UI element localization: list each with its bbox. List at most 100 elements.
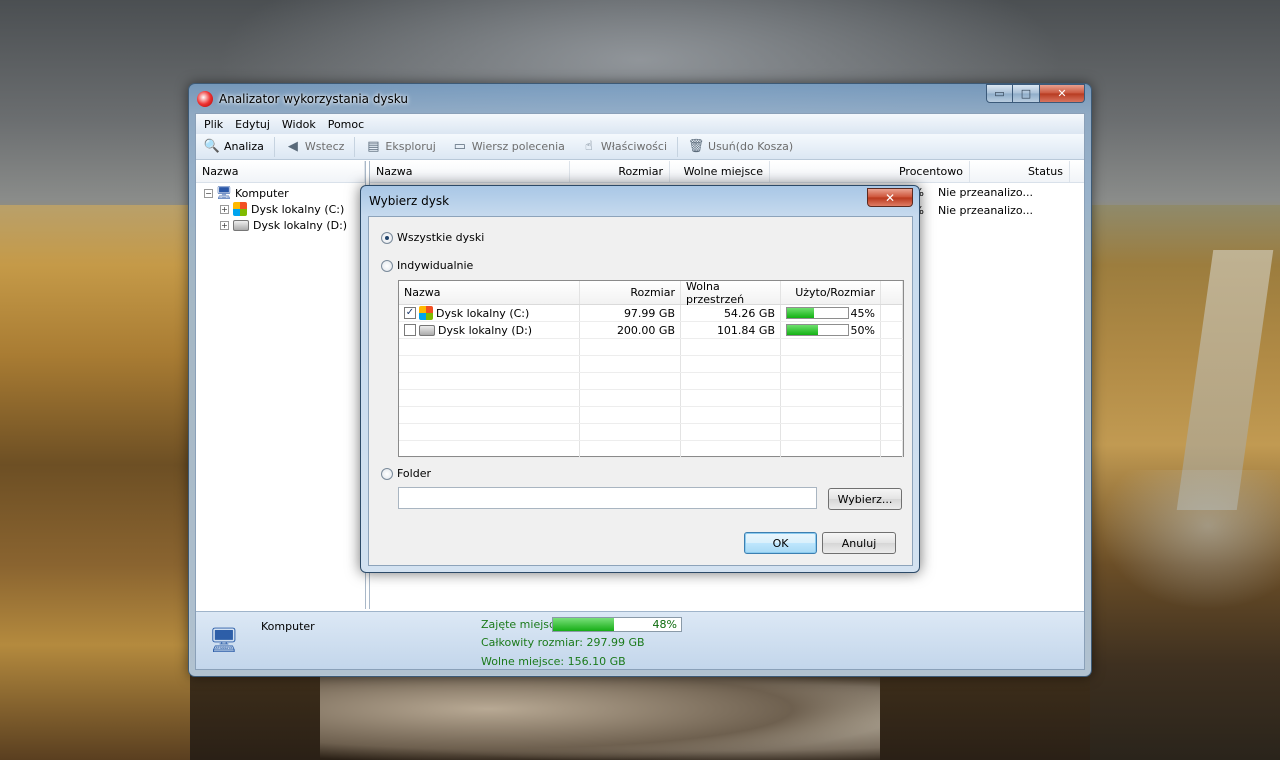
console-icon: ▭: [453, 139, 466, 154]
empty-cell: [781, 390, 881, 406]
folder-path-input[interactable]: [398, 487, 817, 509]
col-percent[interactable]: Procentowo: [770, 161, 970, 182]
wallpaper-water: [1100, 470, 1280, 610]
empty-cell: [681, 441, 781, 457]
close-button[interactable]: ✕: [1040, 84, 1085, 103]
status-panel: 🖥 Komputer Zajęte miejsce 48% Całkowity …: [196, 611, 1084, 669]
tree-item-c[interactable]: + Dysk lokalny (C:): [204, 201, 365, 217]
window-title: Analizator wykorzystania dysku: [219, 92, 408, 106]
empty-row: [399, 424, 903, 441]
delete-button[interactable]: 🗑 Usuń(do Kosza): [682, 136, 799, 158]
back-button[interactable]: ◀ Wstecz: [279, 136, 351, 158]
close-icon: ✕: [884, 190, 896, 205]
option-all-drives[interactable]: Wszystkie dyski: [381, 231, 484, 244]
drive-d-name: Dysk lokalny (D:): [438, 323, 533, 337]
drive-icon: [419, 324, 435, 336]
list-header: Nazwa Rozmiar Wolne miejsce Procentowo S…: [370, 161, 1084, 183]
empty-cell: [781, 356, 881, 372]
drive-c-used-fill: [787, 308, 815, 318]
drive-d-free: 101.84 GB: [681, 322, 781, 338]
empty-cell: [681, 339, 781, 355]
col-drive-free[interactable]: Wolna przestrzeń: [681, 280, 781, 306]
empty-cell: [781, 407, 881, 423]
col-free[interactable]: Wolne miejsce: [670, 161, 770, 182]
col-name[interactable]: Nazwa: [370, 161, 570, 182]
browse-button[interactable]: Wybierz...: [828, 488, 902, 510]
radio-folder[interactable]: [381, 467, 393, 480]
empty-cell: [881, 441, 903, 457]
drive-d-name-cell: Dysk lokalny (D:): [399, 322, 580, 338]
empty-cell: [881, 390, 903, 406]
empty-cell: [580, 424, 681, 440]
menu-edytuj[interactable]: Edytuj: [229, 118, 276, 131]
dialog-client: Wszystkie dyski Indywidualnie Nazwa Rozm…: [368, 216, 913, 566]
option-individual[interactable]: Indywidualnie: [381, 259, 473, 272]
close-icon: ✕: [1057, 87, 1067, 100]
caption-buttons: ▭ □ ✕: [986, 84, 1085, 103]
empty-row: [399, 339, 903, 356]
drive-d-used-cell: 50%: [781, 322, 881, 338]
cmd-button[interactable]: ▭ Wiersz polecenia: [446, 136, 571, 158]
option-folder[interactable]: Folder: [381, 467, 431, 480]
drive-row-c[interactable]: ✓ Dysk lokalny (C:) 97.99 GB 54.26 GB 45…: [399, 305, 903, 322]
drives-table-header: Nazwa Rozmiar Wolna przestrzeń Użyto/Roz…: [399, 280, 903, 306]
minimize-button[interactable]: ▭: [986, 84, 1013, 103]
drive-c-used-cell: 45%: [781, 305, 881, 321]
tree-item-c-label: Dysk lokalny (C:): [251, 202, 345, 216]
toolbar: 🔍 Analiza ◀ Wstecz ▤ Eksploruj ▭ Wiersz …: [196, 134, 1084, 160]
drive-c-used-bar: [786, 307, 849, 319]
drive-d-size: 200.00 GB: [580, 322, 681, 338]
empty-cell: [681, 373, 781, 389]
col-drive-size[interactable]: Rozmiar: [580, 281, 681, 304]
empty-cell: [881, 407, 903, 423]
collapse-icon[interactable]: −: [204, 188, 213, 198]
col-status[interactable]: Status: [970, 161, 1070, 182]
col-drive-used[interactable]: Użyto/Rozmiar: [781, 281, 881, 304]
drive-d-checkbox[interactable]: [404, 324, 416, 336]
empty-row: [399, 390, 903, 407]
trash-icon: 🗑: [687, 139, 705, 154]
empty-cell: [681, 390, 781, 406]
menu-pomoc[interactable]: Pomoc: [322, 118, 370, 131]
radio-individual[interactable]: [381, 259, 393, 272]
col-drive-name[interactable]: Nazwa: [399, 281, 580, 304]
computer-icon: 🖥: [215, 185, 233, 201]
empty-cell: [881, 356, 903, 372]
tree-col-name[interactable]: Nazwa: [196, 161, 365, 182]
empty-cell: [399, 407, 580, 423]
properties-button[interactable]: ☝ Właściwości: [575, 136, 673, 158]
usage-bar: 48%: [552, 617, 682, 632]
empty-cell: [881, 339, 903, 355]
wallpaper-left: [0, 205, 190, 760]
radio-all[interactable]: [381, 231, 393, 244]
analyze-label: Analiza: [224, 140, 264, 153]
drive-c-checkbox[interactable]: ✓: [404, 307, 416, 319]
filler-cell: [881, 322, 903, 338]
menu-widok[interactable]: Widok: [276, 118, 322, 131]
expand-icon[interactable]: +: [220, 220, 229, 230]
expand-icon[interactable]: +: [220, 204, 229, 214]
app-icon: [197, 91, 213, 107]
empty-cell: [399, 339, 580, 355]
tree-body: − 🖥 Komputer + Dysk lokalny (C:) + Dysk …: [196, 183, 365, 233]
option-folder-label: Folder: [397, 467, 431, 480]
dialog-close-button[interactable]: ✕: [867, 188, 913, 207]
empty-cell: [781, 441, 881, 457]
col-size[interactable]: Rozmiar: [570, 161, 670, 182]
tree-root[interactable]: − 🖥 Komputer: [204, 185, 365, 201]
ok-button[interactable]: OK: [744, 532, 817, 554]
menu-plik[interactable]: Plik: [198, 118, 229, 131]
tree-item-d[interactable]: + Dysk lokalny (D:): [204, 217, 365, 233]
analyze-button[interactable]: 🔍 Analiza: [198, 136, 270, 158]
empty-cell: [881, 373, 903, 389]
usage-percent: 48%: [652, 618, 677, 631]
explore-button[interactable]: ▤ Eksploruj: [359, 136, 441, 158]
window-titlebar[interactable]: Analizator wykorzystania dysku: [197, 89, 408, 109]
drive-c-used: 45%: [850, 306, 875, 320]
back-label: Wstecz: [304, 140, 345, 153]
cancel-button[interactable]: Anuluj: [822, 532, 896, 554]
maximize-button[interactable]: □: [1013, 84, 1040, 103]
drive-row-d[interactable]: Dysk lokalny (D:) 200.00 GB 101.84 GB 50…: [399, 322, 903, 339]
empty-cell: [399, 390, 580, 406]
empty-cell: [399, 424, 580, 440]
